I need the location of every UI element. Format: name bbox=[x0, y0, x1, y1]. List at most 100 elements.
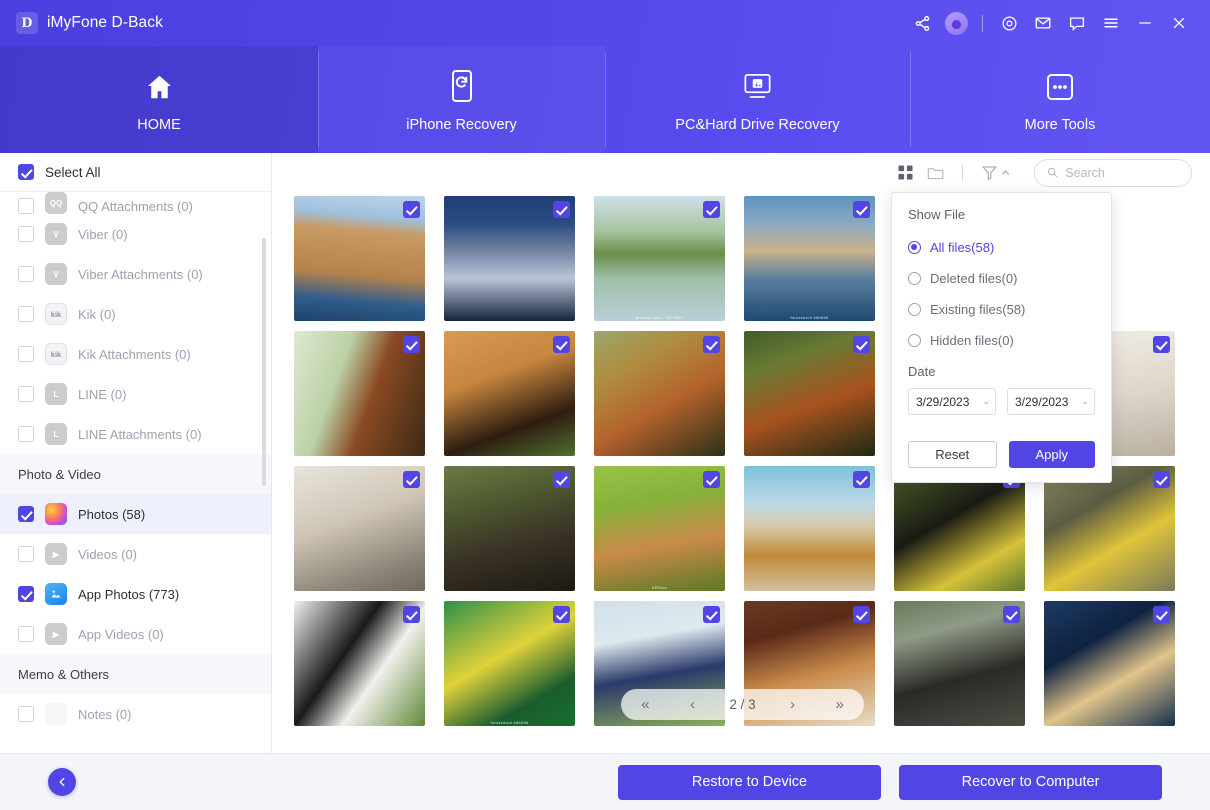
share-icon[interactable] bbox=[905, 7, 939, 39]
select-all-checkbox[interactable] bbox=[18, 164, 34, 180]
photo-grid-item[interactable] bbox=[744, 466, 875, 591]
account-avatar-icon[interactable] bbox=[939, 7, 973, 39]
minimize-icon[interactable] bbox=[1128, 7, 1162, 39]
sidebar-item-viber-attachments[interactable]: V Viber Attachments (0) bbox=[0, 254, 271, 294]
back-button[interactable] bbox=[48, 768, 76, 796]
sidebar-item-qq-attachments[interactable]: QQ QQ Attachments (0) bbox=[0, 192, 271, 214]
date-from-field[interactable]: 3/29/2023 ⌄ bbox=[908, 388, 996, 415]
sidebar-checkbox[interactable] bbox=[18, 586, 34, 602]
sidebar-checkbox[interactable] bbox=[18, 626, 34, 642]
pagination-last-button[interactable]: » bbox=[829, 696, 849, 713]
photo-grid-item[interactable] bbox=[294, 331, 425, 456]
sidebar-checkbox[interactable] bbox=[18, 706, 34, 722]
photo-grid-item[interactable] bbox=[594, 331, 725, 456]
photo-select-checkbox[interactable] bbox=[703, 201, 720, 218]
sidebar-scroll-area[interactable]: QQ QQ Attachments (0) V Viber (0) V Vibe… bbox=[0, 192, 271, 753]
photo-grid-item[interactable] bbox=[294, 196, 425, 321]
filter-option-existing-files[interactable]: Existing files(58) bbox=[908, 294, 1095, 325]
photo-select-checkbox[interactable] bbox=[1153, 606, 1170, 623]
recover-to-computer-button[interactable]: Recover to Computer bbox=[899, 764, 1162, 800]
photo-select-checkbox[interactable] bbox=[403, 471, 420, 488]
photo-select-checkbox[interactable] bbox=[553, 606, 570, 623]
photo-grid-item[interactable] bbox=[744, 331, 875, 456]
search-box[interactable] bbox=[1034, 158, 1192, 187]
radio-icon[interactable] bbox=[908, 334, 921, 347]
radio-icon[interactable] bbox=[908, 303, 921, 316]
photo-select-checkbox[interactable] bbox=[553, 336, 570, 353]
menu-icon[interactable] bbox=[1094, 7, 1128, 39]
sidebar-checkbox[interactable] bbox=[18, 546, 34, 562]
photo-grid-item[interactable]: ARKive bbox=[594, 466, 725, 591]
sidebar-checkbox[interactable] bbox=[18, 426, 34, 442]
mail-icon[interactable] bbox=[1026, 7, 1060, 39]
sidebar-item-viber[interactable]: V Viber (0) bbox=[0, 214, 271, 254]
photo-select-checkbox[interactable] bbox=[703, 336, 720, 353]
photo-grid-item[interactable]: fotosearch k86666 bbox=[744, 196, 875, 321]
photo-grid-item[interactable] bbox=[1044, 601, 1175, 726]
photo-grid-item[interactable] bbox=[894, 466, 1025, 591]
photo-grid-item[interactable] bbox=[894, 601, 1025, 726]
photo-grid-item[interactable] bbox=[444, 331, 575, 456]
sidebar-item-line[interactable]: L LINE (0) bbox=[0, 374, 271, 414]
photo-select-checkbox[interactable] bbox=[403, 606, 420, 623]
sidebar-scrollbar[interactable] bbox=[262, 238, 266, 486]
photo-grid-item[interactable] bbox=[1044, 466, 1175, 591]
nav-tab-iphone-recovery[interactable]: iPhone Recovery bbox=[318, 46, 605, 153]
radio-icon[interactable] bbox=[908, 272, 921, 285]
photo-grid-item[interactable] bbox=[294, 601, 425, 726]
photo-select-checkbox[interactable] bbox=[853, 471, 870, 488]
target-icon[interactable] bbox=[992, 7, 1026, 39]
photo-grid-item[interactable]: pixabay.com - 3571803 bbox=[594, 196, 725, 321]
search-input[interactable] bbox=[1065, 165, 1179, 180]
grid-view-icon[interactable] bbox=[890, 159, 920, 187]
sidebar-item-photos[interactable]: Photos (58) bbox=[0, 494, 271, 534]
apply-button[interactable]: Apply bbox=[1008, 441, 1095, 468]
photo-select-checkbox[interactable] bbox=[553, 471, 570, 488]
photo-select-checkbox[interactable] bbox=[403, 201, 420, 218]
photo-grid-item[interactable] bbox=[444, 466, 575, 591]
sidebar-checkbox[interactable] bbox=[18, 198, 34, 214]
sidebar-item-videos[interactable]: ▶ Videos (0) bbox=[0, 534, 271, 574]
filter-option-hidden-files[interactable]: Hidden files(0) bbox=[908, 325, 1095, 356]
folder-view-icon[interactable] bbox=[920, 159, 950, 187]
photo-grid-item[interactable]: fotosearch k86666 bbox=[444, 601, 575, 726]
pagination-first-button[interactable]: « bbox=[635, 696, 655, 713]
photo-select-checkbox[interactable] bbox=[853, 336, 870, 353]
sidebar-item-app-photos[interactable]: App Photos (773) bbox=[0, 574, 271, 614]
sidebar-checkbox[interactable] bbox=[18, 386, 34, 402]
chat-icon[interactable] bbox=[1060, 7, 1094, 39]
sidebar-item-notes[interactable]: Notes (0) bbox=[0, 694, 271, 734]
photo-select-checkbox[interactable] bbox=[1153, 471, 1170, 488]
pagination-prev-button[interactable]: ‹ bbox=[684, 696, 701, 713]
select-all-row[interactable]: Select All bbox=[0, 153, 271, 192]
photo-select-checkbox[interactable] bbox=[853, 201, 870, 218]
nav-tab-home[interactable]: HOME bbox=[0, 46, 318, 153]
sidebar-checkbox[interactable] bbox=[18, 506, 34, 522]
photo-select-checkbox[interactable] bbox=[703, 606, 720, 623]
filter-option-all-files[interactable]: All files(58) bbox=[908, 232, 1095, 263]
sidebar-item-line-attachments[interactable]: L LINE Attachments (0) bbox=[0, 414, 271, 454]
filter-option-deleted-files[interactable]: Deleted files(0) bbox=[908, 263, 1095, 294]
photo-select-checkbox[interactable] bbox=[703, 471, 720, 488]
close-icon[interactable] bbox=[1162, 7, 1196, 39]
sidebar-checkbox[interactable] bbox=[18, 266, 34, 282]
photo-select-checkbox[interactable] bbox=[553, 201, 570, 218]
pagination-next-button[interactable]: › bbox=[784, 696, 801, 713]
nav-tab-pc-hard-drive-recovery[interactable]: PC&Hard Drive Recovery bbox=[605, 46, 910, 153]
photo-grid-item[interactable] bbox=[444, 196, 575, 321]
nav-tab-more-tools[interactable]: More Tools bbox=[910, 46, 1210, 153]
sidebar-checkbox[interactable] bbox=[18, 346, 34, 362]
sidebar-item-kik-attachments[interactable]: kik Kik Attachments (0) bbox=[0, 334, 271, 374]
filter-button[interactable] bbox=[975, 159, 1016, 187]
photo-grid-item[interactable] bbox=[294, 466, 425, 591]
sidebar-item-app-videos[interactable]: ▶ App Videos (0) bbox=[0, 614, 271, 654]
sidebar-checkbox[interactable] bbox=[18, 226, 34, 242]
date-to-field[interactable]: 3/29/2023 ⌄ bbox=[1007, 388, 1095, 415]
radio-icon[interactable] bbox=[908, 241, 921, 254]
photo-select-checkbox[interactable] bbox=[853, 606, 870, 623]
restore-to-device-button[interactable]: Restore to Device bbox=[618, 764, 881, 800]
photo-select-checkbox[interactable] bbox=[1003, 606, 1020, 623]
sidebar-item-kik[interactable]: kik Kik (0) bbox=[0, 294, 271, 334]
sidebar-checkbox[interactable] bbox=[18, 306, 34, 322]
photo-select-checkbox[interactable] bbox=[403, 336, 420, 353]
